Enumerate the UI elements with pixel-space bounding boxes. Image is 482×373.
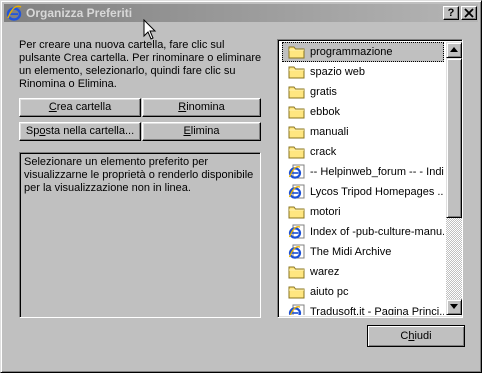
list-item[interactable]: Index of -pub-culture-manu...	[282, 222, 444, 242]
list-item[interactable]: spazio web	[282, 62, 444, 82]
list-item[interactable]: warez	[282, 262, 444, 282]
list-item[interactable]: Lycos Tripod Homepages ...	[282, 182, 444, 202]
help-button[interactable]: ?	[443, 6, 459, 20]
item-info-text: Selezionare un elemento preferito per vi…	[24, 156, 254, 194]
list-item-label: gratis	[310, 86, 337, 98]
list-item-label: crack	[310, 146, 337, 158]
folder-icon	[288, 104, 306, 120]
list-item-label: warez	[310, 266, 340, 278]
list-item-label: manuali	[310, 126, 349, 138]
list-item[interactable]: aiuto pc	[282, 282, 444, 302]
folder-icon	[288, 144, 306, 160]
move-to-folder-button[interactable]: Sposta nella cartella...	[19, 122, 141, 141]
close-window-button[interactable]	[461, 6, 477, 20]
list-item-label: ebbok	[310, 106, 340, 118]
list-item[interactable]: motori	[282, 202, 444, 222]
list-item[interactable]: crack	[282, 142, 444, 162]
folder-icon	[288, 124, 306, 140]
folder-icon	[288, 64, 306, 80]
vertical-scrollbar[interactable]	[446, 42, 462, 315]
list-item-label: The Midi Archive	[310, 246, 392, 258]
list-item-label: programmazione	[310, 46, 393, 58]
title-bar[interactable]: Organizza Preferiti ?	[4, 4, 478, 22]
ie-link-icon	[288, 244, 306, 260]
ie-link-icon	[288, 184, 306, 200]
ie-logo-icon	[6, 5, 22, 21]
folder-icon	[288, 284, 306, 300]
window-title: Organizza Preferiti	[26, 6, 133, 20]
rename-button[interactable]: Rinomina	[142, 98, 261, 117]
favorites-list[interactable]: programmazione spazio web gratis ebbok manua…	[277, 39, 463, 318]
scroll-up-button[interactable]	[446, 42, 462, 58]
list-item[interactable]: ebbok	[282, 102, 444, 122]
delete-button[interactable]: Elimina	[142, 122, 261, 141]
scroll-down-button[interactable]	[446, 299, 462, 315]
close-button[interactable]: Chiudi	[367, 325, 465, 347]
ie-link-icon	[288, 164, 306, 180]
list-item-label: spazio web	[310, 66, 366, 78]
organize-favorites-dialog: Organizza Preferiti ? Per creare una nuo…	[0, 0, 482, 373]
create-folder-button[interactable]: Crea cartella	[19, 98, 141, 117]
folder-icon	[288, 84, 306, 100]
list-item[interactable]: gratis	[282, 82, 444, 102]
arrow-up-icon	[450, 47, 458, 52]
list-item[interactable]: Tradusoft.it - Pagina Princi...	[282, 302, 444, 315]
folder-icon	[288, 204, 306, 220]
list-item-label: Index of -pub-culture-manu...	[310, 226, 444, 238]
list-item-label: aiuto pc	[310, 286, 349, 298]
mouse-pointer-icon	[143, 19, 157, 40]
instructions-text: Per creare una nuova cartella, fare clic…	[19, 39, 262, 90]
list-item-label: motori	[310, 206, 341, 218]
list-item-label: -- Helpinweb_forum -- - Indi...	[310, 166, 444, 178]
list-item-label: Tradusoft.it - Pagina Princi...	[310, 306, 444, 315]
folder-icon	[288, 44, 306, 60]
ie-link-icon	[288, 224, 306, 240]
list-item[interactable]: The Midi Archive	[282, 242, 444, 262]
list-item[interactable]: manuali	[282, 122, 444, 142]
close-icon	[464, 8, 474, 18]
arrow-down-icon	[450, 304, 458, 309]
list-item-label: Lycos Tripod Homepages ...	[310, 186, 444, 198]
folder-icon	[288, 264, 306, 280]
ie-link-icon	[288, 304, 306, 315]
list-item[interactable]: -- Helpinweb_forum -- - Indi...	[282, 162, 444, 182]
scroll-thumb[interactable]	[446, 58, 462, 218]
item-info-panel: Selezionare un elemento preferito per vi…	[19, 152, 261, 318]
favorites-items: programmazione spazio web gratis ebbok manua…	[280, 42, 444, 315]
list-item[interactable]: programmazione	[282, 42, 444, 62]
